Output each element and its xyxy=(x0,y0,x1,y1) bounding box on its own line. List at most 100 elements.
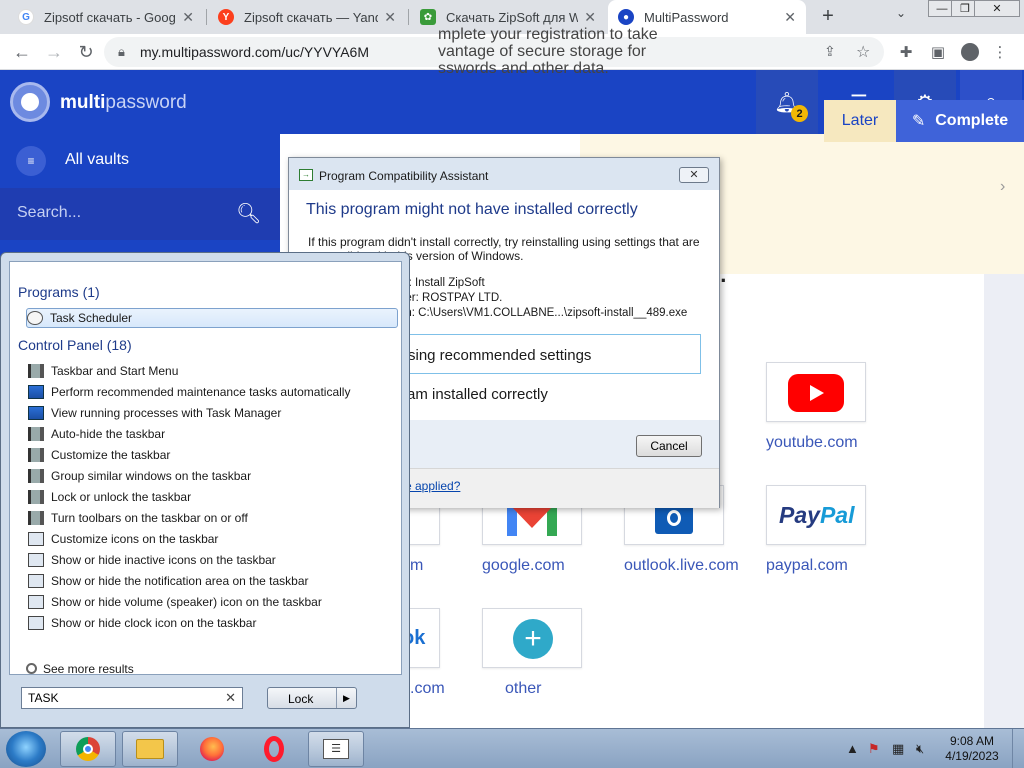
show-hidden-icons-arrow-icon[interactable]: ▲ xyxy=(846,741,859,756)
chevron-right-icon[interactable]: › xyxy=(1000,178,1005,196)
programs-header[interactable]: Programs (1) xyxy=(18,284,100,300)
tile-label[interactable]: google.com xyxy=(482,557,565,575)
result-control-panel-item[interactable]: Customize icons on the taskbar xyxy=(28,529,398,549)
vault-search-field[interactable]: Search... 🔍︎ xyxy=(0,188,280,240)
tab-yandex[interactable]: Y Zipsoft скачать — Yande ✕ xyxy=(208,0,406,34)
start-button-windows-icon[interactable] xyxy=(6,731,46,767)
outlook-icon xyxy=(655,504,693,534)
tile-label[interactable]: paypal.com xyxy=(766,557,848,575)
edit-icon: ✎ xyxy=(911,113,926,130)
clear-search-icon[interactable]: ✕ xyxy=(225,690,236,706)
new-tab-button[interactable]: + xyxy=(816,4,840,28)
tile-label[interactable]: other xyxy=(505,680,541,698)
see-more-results-link[interactable]: See more results xyxy=(26,662,134,676)
padlock-icon[interactable]: 🔒︎ xyxy=(118,44,125,60)
multipassword-logo-icon[interactable] xyxy=(10,82,50,122)
close-tab-icon[interactable]: ✕ xyxy=(784,9,796,26)
taskbar-settings-icon xyxy=(28,448,44,462)
close-tab-icon[interactable]: ✕ xyxy=(584,9,596,26)
browser-menu-icon[interactable]: ⋮ xyxy=(988,40,1012,64)
side-panel-icon[interactable]: ▣ xyxy=(926,40,950,64)
action-center-flag-icon[interactable]: ⚑ xyxy=(868,741,880,757)
paypal-icon: PayPal xyxy=(779,502,855,528)
result-control-panel-item[interactable]: Group similar windows on the taskbar xyxy=(28,466,398,486)
registration-banner-text: mplete your registration to take vantage… xyxy=(438,26,658,77)
search-placeholder: Search... xyxy=(17,204,82,221)
tile-label[interactable]: youtube.com xyxy=(766,434,858,452)
taskbar-app-opera[interactable] xyxy=(246,731,302,767)
result-control-panel-item[interactable]: Lock or unlock the taskbar xyxy=(28,487,398,507)
taskbar-app-document[interactable]: ☰ xyxy=(308,731,364,767)
url-text[interactable]: my.multipassword.com/uc/YYVYA6M xyxy=(140,44,369,60)
result-control-panel-item[interactable]: Show or hide inactive icons on the taskb… xyxy=(28,550,398,570)
taskbar-app-firefox[interactable] xyxy=(184,731,240,767)
dialog-titlebar[interactable]: → Program Compatibility Assistant ✕ xyxy=(289,158,719,190)
tile-youtube[interactable] xyxy=(766,362,866,422)
volume-muted-icon[interactable]: 🔇︎ xyxy=(916,741,924,757)
reload-icon[interactable]: ↻ xyxy=(74,40,98,64)
show-desktop-button[interactable] xyxy=(1012,729,1024,768)
later-button[interactable]: Later xyxy=(824,100,896,142)
start-search-input[interactable]: TASK ✕ xyxy=(21,687,243,709)
close-tab-icon[interactable]: ✕ xyxy=(384,9,396,26)
control-panel-header[interactable]: Control Panel (18) xyxy=(18,337,132,353)
result-control-panel-item[interactable]: Show or hide clock icon on the taskbar xyxy=(28,613,398,633)
share-icon[interactable]: ⇪ xyxy=(824,43,836,60)
back-arrow-icon[interactable]: ← xyxy=(10,40,34,64)
result-control-panel-item[interactable]: Show or hide the notification area on th… xyxy=(28,571,398,591)
tab-separator xyxy=(206,9,207,25)
tab-search-chevron-icon[interactable]: ⌄ xyxy=(896,6,906,20)
taskbar-settings-icon xyxy=(28,469,44,483)
result-control-panel-item[interactable]: View running processes with Task Manager xyxy=(28,403,398,423)
bookmark-star-icon[interactable]: ☆ xyxy=(856,42,870,62)
result-control-panel-item[interactable]: Perform recommended maintenance tasks au… xyxy=(28,382,398,402)
result-label: Show or hide the notification area on th… xyxy=(51,574,309,588)
result-task-scheduler[interactable]: Task Scheduler xyxy=(26,308,398,328)
complete-button[interactable]: ✎ Complete xyxy=(896,100,1024,142)
system-clock[interactable]: 9:08 AM 4/19/2023 xyxy=(942,734,1002,764)
close-window-button[interactable]: ✕ xyxy=(974,0,1020,17)
result-control-panel-item[interactable]: Turn toolbars on the taskbar on or off xyxy=(28,508,398,528)
result-label: Lock or unlock the taskbar xyxy=(51,490,192,504)
profile-avatar-icon[interactable] xyxy=(958,40,982,64)
result-label: Taskbar and Start Menu xyxy=(51,364,179,378)
dialog-close-button[interactable]: ✕ xyxy=(679,167,709,183)
vault-stack-icon: ≡ xyxy=(16,146,46,176)
tab-title: Zipsoft скачать — Yande xyxy=(244,9,379,25)
tile-paypal[interactable]: PayPal xyxy=(766,485,866,545)
result-control-panel-item[interactable]: Show or hide volume (speaker) icon on th… xyxy=(28,592,398,612)
extensions-puzzle-icon[interactable]: ✚ xyxy=(894,40,918,64)
taskbar-app-chrome[interactable] xyxy=(60,731,116,767)
brand-name[interactable]: multipassword xyxy=(60,92,187,114)
lock-button[interactable]: Lock ▶ xyxy=(267,687,357,709)
result-control-panel-item[interactable]: Taskbar and Start Menu xyxy=(28,361,398,381)
taskbar-app-explorer[interactable] xyxy=(122,731,178,767)
result-control-panel-item[interactable]: Customize the taskbar xyxy=(28,445,398,465)
tab-title: Zipsotf скачать - Google xyxy=(44,9,177,25)
search-icon[interactable]: 🔍︎ xyxy=(236,201,261,226)
tile-label-partial: m xyxy=(410,557,424,574)
result-control-panel-item[interactable]: Auto-hide the taskbar xyxy=(28,424,398,444)
tile-add-other[interactable]: + xyxy=(482,608,582,668)
power-options-arrow-icon[interactable]: ▶ xyxy=(336,688,356,708)
windows-taskbar: ☰ ▲ ⚑ ▦ 🔇︎ 9:08 AM 4/19/2023 xyxy=(0,728,1024,768)
magnifier-icon xyxy=(26,663,37,674)
installed-correctly-option[interactable]: am installed correctly xyxy=(407,386,548,403)
tile-label[interactable]: outlook.live.com xyxy=(624,557,739,575)
all-vaults-link[interactable]: All vaults xyxy=(65,151,129,169)
tab-google-search[interactable]: G Zipsotf скачать - Google ✕ xyxy=(8,0,204,34)
close-tab-icon[interactable]: ✕ xyxy=(182,9,194,26)
start-menu: Programs (1) Task Scheduler Control Pane… xyxy=(0,252,410,728)
result-label: Auto-hide the taskbar xyxy=(51,427,166,441)
notification-area-icon xyxy=(28,553,44,567)
forward-arrow-icon[interactable]: → xyxy=(42,40,66,64)
network-icon[interactable]: ▦ xyxy=(892,741,904,757)
notification-area-icon xyxy=(28,616,44,630)
tab-separator xyxy=(408,9,409,25)
result-label: Perform recommended maintenance tasks au… xyxy=(51,385,351,399)
cancel-button[interactable]: Cancel xyxy=(636,435,702,457)
multipassword-icon: ● xyxy=(618,9,634,25)
notifications-button[interactable]: 🔔︎ 2 xyxy=(756,70,818,134)
brand-light: password xyxy=(105,92,187,113)
lock-label: Lock xyxy=(288,692,314,706)
